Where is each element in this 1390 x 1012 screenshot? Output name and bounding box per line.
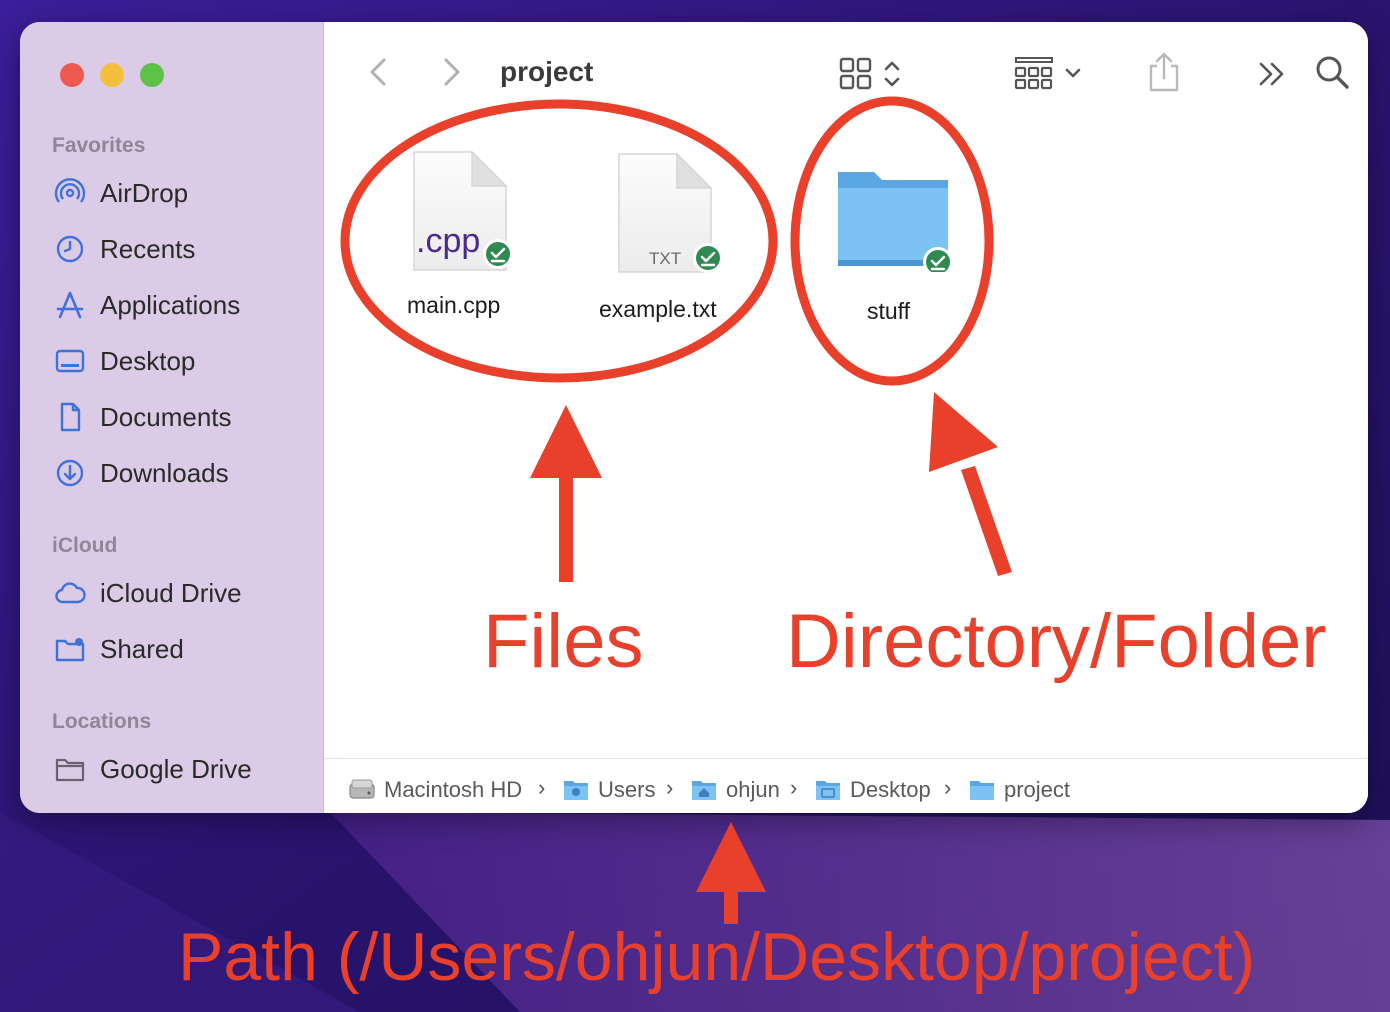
folder-icon [838, 172, 953, 272]
sidebar-section-icloud: iCloud [52, 534, 118, 557]
path-item-label: Users [598, 777, 656, 802]
sidebar-item-label: Documents [100, 401, 232, 432]
txt-file-icon: TXT [618, 152, 721, 273]
sidebar-item-documents[interactable]: Documents [54, 397, 232, 437]
desktop-folder-icon [816, 781, 840, 800]
back-icon[interactable] [364, 52, 394, 92]
icon-view-icon[interactable] [836, 54, 906, 94]
folder-icon [970, 781, 994, 800]
sidebar-item-icloud-drive[interactable]: iCloud Drive [54, 573, 242, 613]
path-item-ohjun[interactable]: ohjun [690, 776, 780, 804]
group-icon[interactable] [1012, 54, 1092, 94]
path-item-label: project [1004, 777, 1071, 802]
sidebar-item-airdrop[interactable]: AirDrop [54, 173, 188, 213]
files-annotation-label: Files [483, 599, 644, 684]
sidebar-item-label: Recents [100, 233, 196, 264]
file-name: main.cpp [407, 292, 501, 318]
path-annotation-label: Path (/Users/ohjun/Desktop/project) [178, 919, 1256, 995]
path-item-macintosh-hd[interactable]: Macintosh HD [348, 776, 522, 804]
home-folder-icon [692, 781, 716, 800]
sidebar-item-shared[interactable]: Shared [54, 629, 184, 669]
path-separator: › [538, 775, 546, 800]
cpp-badge-text: .cpp [416, 222, 480, 260]
cpp-file-icon: .cpp [413, 150, 513, 271]
sidebar-item-label: Downloads [100, 457, 229, 488]
share-icon[interactable] [1144, 50, 1184, 94]
txt-badge-text: TXT [649, 249, 681, 268]
sidebar-item-label: Applications [100, 289, 241, 320]
content-area: project .cpp main.cpp TXT example.txt st… [324, 22, 1368, 813]
path-separator: › [944, 775, 952, 800]
sidebar-item-google-drive[interactable]: Google Drive [54, 749, 252, 789]
sidebar-section-locations: Locations [52, 710, 152, 733]
more-icon[interactable] [1252, 54, 1292, 94]
users-folder-icon [564, 781, 588, 800]
sidebar-item-label: Desktop [100, 345, 196, 376]
sidebar-item-label: Shared [100, 633, 184, 664]
sidebar-item-label: AirDrop [100, 177, 189, 208]
desktop-icon [55, 349, 85, 373]
path-item-users[interactable]: Users [562, 776, 655, 804]
search-icon[interactable] [1312, 52, 1352, 92]
window-title: project [500, 56, 594, 87]
document-icon [60, 402, 81, 432]
sidebar-item-recents[interactable]: Recents [54, 229, 195, 269]
airdrop-icon [54, 178, 86, 203]
path-separator: › [790, 775, 798, 800]
close-button[interactable] [60, 63, 84, 87]
path-item-label: Desktop [850, 777, 931, 802]
sidebar-item-applications[interactable]: Applications [54, 285, 240, 325]
path-item-label: ohjun [726, 777, 780, 802]
shared-folder-icon [55, 638, 85, 662]
path-item-label: Macintosh HD [384, 777, 523, 802]
path-bar: Macintosh HD › Users › ohjun › Desktop ›… [324, 758, 1368, 813]
folder-icon [55, 758, 85, 782]
download-icon [56, 459, 84, 487]
zoom-button[interactable] [140, 63, 164, 87]
folder-annotation-label: Directory/Folder [786, 599, 1327, 684]
sidebar: Favorites AirDrop Recents Applications D… [20, 22, 324, 813]
sidebar-item-label: Google Drive [100, 753, 252, 784]
sidebar-item-desktop[interactable]: Desktop [54, 341, 195, 381]
hard-drive-icon [349, 779, 375, 799]
path-separator: › [666, 775, 674, 800]
path-item-desktop[interactable]: Desktop [814, 776, 931, 804]
clock-icon [56, 235, 84, 263]
minimize-button[interactable] [100, 63, 124, 87]
sidebar-item-downloads[interactable]: Downloads [54, 453, 229, 493]
sidebar-section-favorites: Favorites [52, 134, 146, 157]
file-name: stuff [867, 298, 911, 324]
path-item-project[interactable]: project [968, 776, 1070, 804]
applications-icon [56, 291, 84, 319]
forward-icon[interactable] [436, 52, 466, 92]
sidebar-item-label: iCloud Drive [100, 577, 242, 608]
finder-window: Favorites AirDrop Recents Applications D… [20, 22, 1368, 813]
cloud-icon [55, 582, 86, 604]
file-name: example.txt [599, 296, 717, 322]
